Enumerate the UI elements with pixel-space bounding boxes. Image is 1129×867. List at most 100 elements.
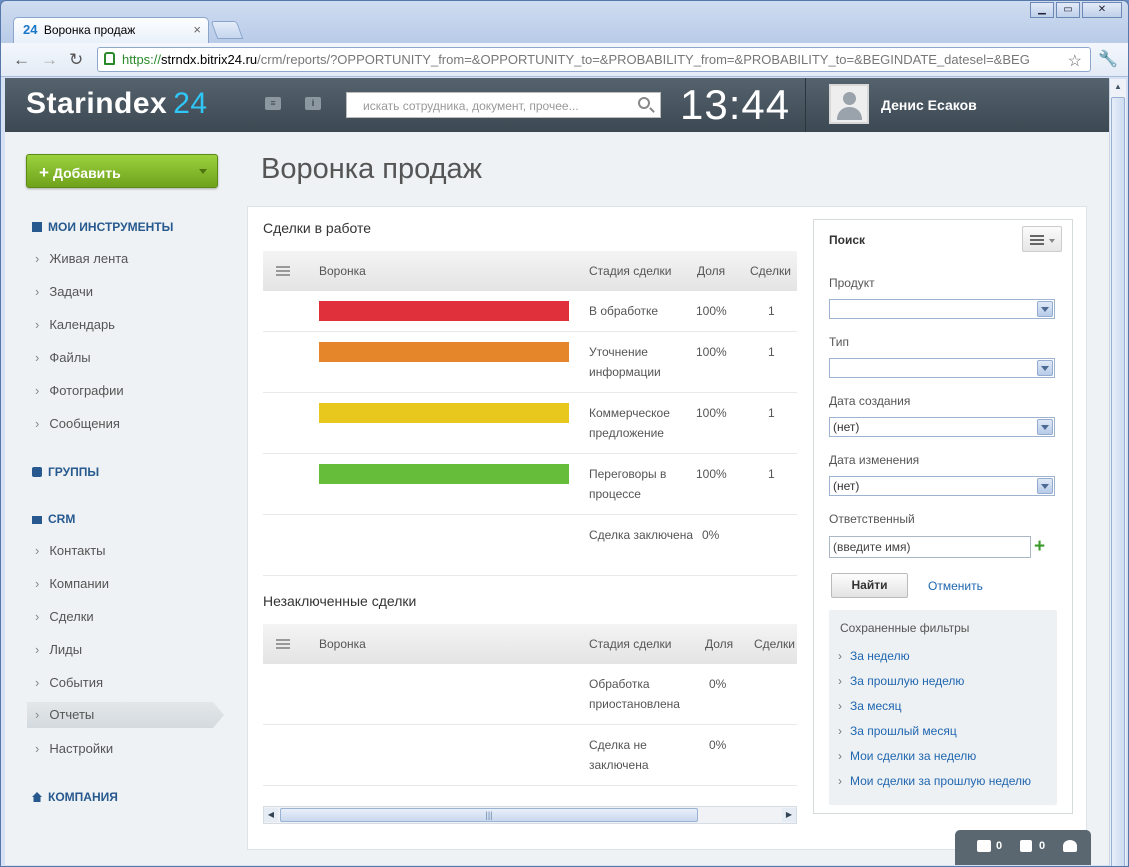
table-header: Воронка Стадия сделки Доля Сделки	[263, 624, 797, 664]
user-name[interactable]: Денис Есаков	[881, 97, 977, 113]
col-share[interactable]: Доля	[697, 264, 725, 278]
section-label: ГРУППЫ	[48, 465, 100, 479]
find-button[interactable]: Найти	[831, 573, 908, 598]
info-icon[interactable]: i	[305, 97, 321, 110]
scrollbar-thumb[interactable]	[1111, 97, 1125, 866]
table-row: Обработка приостановлена 0%	[263, 664, 797, 725]
forward-arrow-icon[interactable]: →	[41, 50, 58, 70]
filter-menu-button[interactable]	[1022, 226, 1062, 252]
stage-name: Сделка заключена	[589, 528, 693, 542]
closed-deals-table: Воронка Стадия сделки Доля Сделки Обрабо…	[263, 624, 797, 786]
search-placeholder: искать сотрудника, документ, прочее...	[363, 99, 579, 113]
horizontal-scrollbar[interactable]: ◀ ||| ▶	[263, 806, 797, 824]
add-button[interactable]: + Добавить	[26, 154, 218, 188]
logo[interactable]: Starindex 24	[26, 87, 208, 121]
messages-icon[interactable]: ≡	[265, 97, 281, 110]
bitrix-favicon-icon: 24	[23, 22, 38, 37]
saved-filter-link[interactable]: За прошлую неделю	[838, 674, 964, 688]
sidebar-item-photos[interactable]: Фотографии	[35, 383, 123, 398]
bookmark-star-icon[interactable]: ☆	[1068, 51, 1082, 71]
vertical-scrollbar[interactable]: ▲	[1109, 79, 1126, 866]
modified-date-select[interactable]: (нет)	[829, 476, 1055, 496]
col-deals[interactable]: Сделки	[750, 264, 791, 278]
scroll-right-arrow[interactable]: ▶	[782, 808, 796, 822]
table-header: Воронка Стадия сделки Доля Сделки	[263, 251, 797, 291]
sidebar-item-reports[interactable]: Отчеты	[27, 702, 224, 728]
stage-name: Уточнение информации	[589, 345, 661, 379]
address-bar[interactable]: https://strndx.bitrix24.ru/crm/reports/?…	[97, 47, 1091, 72]
minimize-button[interactable]: ▁	[1030, 2, 1054, 18]
sidebar-item-contacts[interactable]: Контакты	[35, 543, 105, 558]
col-deals[interactable]: Сделки	[754, 637, 795, 651]
col-share[interactable]: Доля	[705, 637, 733, 651]
sidebar-item-calendar[interactable]: Календарь	[35, 317, 115, 332]
section-company[interactable]: КОМПАНИЯ	[32, 790, 118, 804]
cancel-link[interactable]: Отменить	[928, 579, 983, 593]
saved-filter-link[interactable]: За месяц	[838, 699, 902, 713]
col-stage[interactable]: Стадия сделки	[589, 637, 671, 651]
funnel-bar	[319, 464, 569, 484]
responsible-input[interactable]: (введите имя)	[829, 536, 1031, 558]
column-menu-icon[interactable]	[276, 266, 290, 276]
stage-count: 1	[768, 406, 775, 420]
sidebar-item-files[interactable]: Файлы	[35, 350, 90, 365]
col-stage[interactable]: Стадия сделки	[589, 264, 671, 278]
close-tab-icon[interactable]: ×	[193, 22, 201, 37]
chat-icon[interactable]	[977, 840, 991, 852]
section-groups[interactable]: ГРУППЫ	[32, 465, 99, 479]
info-icon[interactable]	[1020, 840, 1032, 852]
saved-filter-link[interactable]: Мои сделки за прошлую неделю	[838, 774, 1031, 788]
saved-filter-link[interactable]: Мои сделки за неделю	[838, 749, 976, 763]
sidebar-item-tasks[interactable]: Задачи	[35, 284, 93, 299]
created-date-select[interactable]: (нет)	[829, 417, 1055, 437]
wrench-icon[interactable]: 🔧	[1098, 49, 1118, 69]
scroll-left-arrow[interactable]: ◀	[264, 808, 278, 822]
scrollbar-thumb[interactable]: |||	[280, 808, 698, 822]
avatar[interactable]	[829, 84, 869, 124]
section-crm[interactable]: CRM	[32, 512, 75, 526]
header-divider	[805, 78, 806, 132]
search-input[interactable]: искать сотрудника, документ, прочее...	[346, 92, 661, 118]
filter-title: Поиск	[829, 233, 866, 247]
saved-filter-link[interactable]: За неделю	[838, 649, 910, 663]
type-select[interactable]	[829, 358, 1055, 378]
sidebar-item-leads[interactable]: Лиды	[35, 642, 82, 657]
browser-tab[interactable]: 24 Воронка продаж ×	[13, 17, 209, 43]
chevron-down-icon	[1037, 360, 1053, 376]
sidebar-item-companies[interactable]: Компании	[35, 576, 109, 591]
active-deals-title: Сделки в работе	[263, 220, 372, 236]
col-funnel[interactable]: Воронка	[319, 637, 366, 651]
flag-icon	[32, 516, 42, 524]
funnel-bar	[319, 342, 569, 362]
chevron-down-icon	[1049, 239, 1055, 243]
close-window-button[interactable]: ✕	[1082, 2, 1122, 18]
add-plus-icon[interactable]: +	[1034, 536, 1045, 558]
saved-filter-link[interactable]: За прошлый месяц	[838, 724, 957, 738]
sidebar-item-settings[interactable]: Настройки	[35, 741, 113, 756]
chevron-down-icon	[199, 169, 207, 174]
search-icon[interactable]	[638, 97, 650, 109]
stage-share: 100%	[696, 304, 727, 318]
table-row: В обработке 100% 1	[263, 291, 797, 332]
stage-count: 1	[768, 467, 775, 481]
sidebar-item-feed[interactable]: Живая лента	[35, 251, 128, 266]
new-tab-button[interactable]	[210, 21, 244, 39]
clock: 13:44	[680, 81, 791, 128]
reload-icon[interactable]: ↻	[69, 50, 83, 70]
product-select[interactable]	[829, 299, 1055, 319]
table-row: Сделка заключена 0%	[263, 515, 797, 576]
sidebar-item-deals[interactable]: Сделки	[35, 609, 93, 624]
sidebar-item-events[interactable]: События	[35, 675, 103, 690]
col-funnel[interactable]: Воронка	[319, 264, 366, 278]
section-my-tools[interactable]: МОИ ИНСТРУМЕНТЫ	[32, 220, 173, 234]
users-icon[interactable]	[1063, 840, 1077, 852]
menu-icon	[1030, 235, 1044, 245]
scroll-up-arrow[interactable]: ▲	[1111, 79, 1125, 95]
sidebar-item-messages[interactable]: Сообщения	[35, 416, 120, 431]
chat-count: 0	[996, 840, 1003, 852]
chevron-down-icon	[1037, 301, 1053, 317]
column-menu-icon[interactable]	[276, 639, 290, 649]
back-arrow-icon[interactable]: ←	[13, 50, 30, 70]
maximize-button[interactable]: ▭	[1056, 2, 1080, 18]
url-scheme: https://	[122, 52, 162, 67]
